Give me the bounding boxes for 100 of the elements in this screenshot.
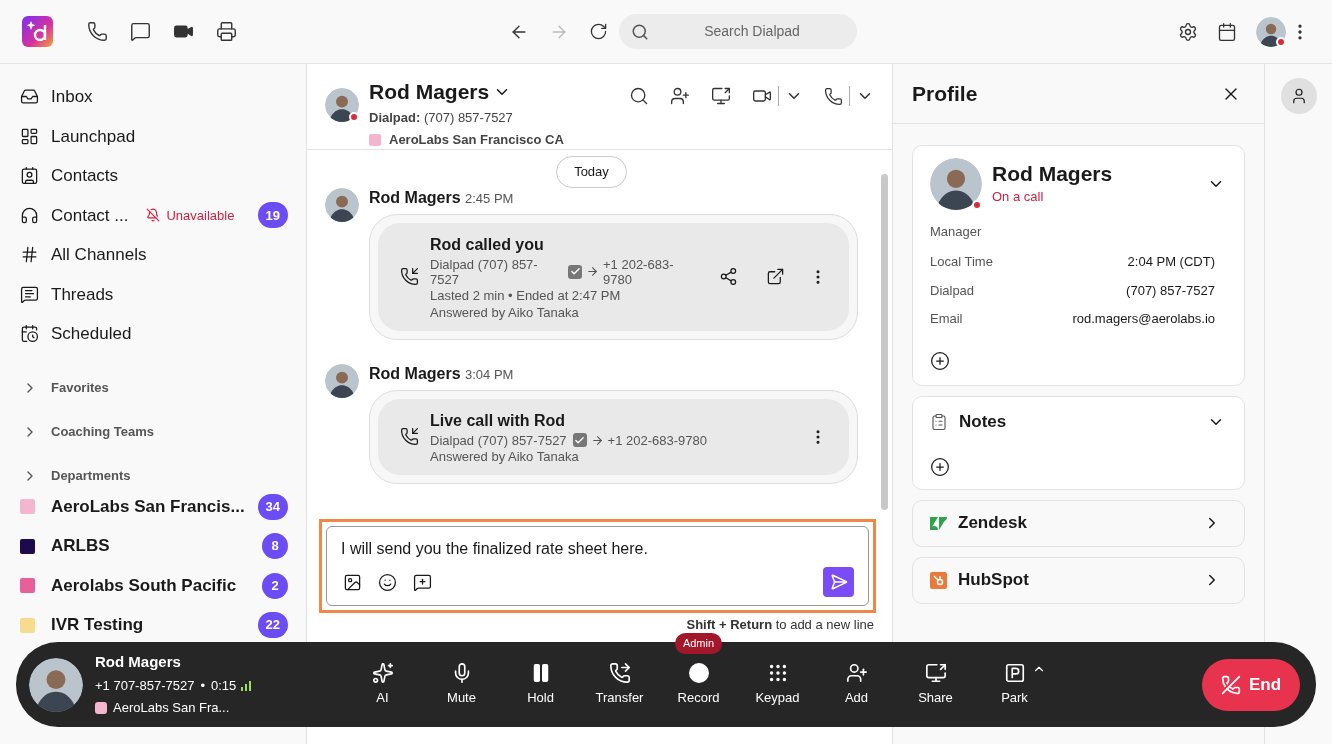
- department-item[interactable]: Aerolabs South Pacific 2: [20, 570, 288, 601]
- department-item[interactable]: AeroLabs San Francis... 34: [20, 491, 288, 522]
- sidebar-item[interactable]: All Channels: [20, 235, 288, 275]
- open-external-icon[interactable]: [766, 267, 785, 286]
- department-label: AeroLabs San Fra...: [113, 699, 230, 718]
- call-control-button[interactable]: AI: [343, 661, 422, 708]
- send-icon: [829, 573, 848, 591]
- field-label: Dialpad: [930, 281, 975, 300]
- department-label: AeroLabs San Francisco CA: [389, 131, 564, 149]
- add-person-icon[interactable]: [670, 86, 690, 106]
- call-control-button[interactable]: Add: [817, 661, 896, 708]
- field-label: Email: [930, 310, 963, 328]
- image-icon[interactable]: [343, 572, 362, 592]
- transfer-icon: [608, 661, 631, 684]
- message-time: 3:04 PM: [465, 366, 514, 382]
- sidebar-item[interactable]: Threads: [20, 274, 288, 314]
- emoji-icon[interactable]: [378, 572, 397, 592]
- caller-number: +1 707-857-7527: [95, 676, 195, 695]
- avatar-icon: [1256, 16, 1286, 47]
- call-control-button[interactable]: Park: [975, 661, 1054, 708]
- field-label: Local Time: [930, 253, 993, 271]
- threads-icon: [20, 284, 39, 304]
- call-from: Dialpad (707) 857-7527: [430, 256, 539, 287]
- field-value: 2:04 PM (CDT): [1127, 253, 1215, 271]
- search-input[interactable]: Search Dialpad: [659, 21, 845, 42]
- settings-icon[interactable]: [1178, 21, 1198, 42]
- reload-icon[interactable]: [589, 22, 608, 41]
- ai-icon: [371, 661, 394, 684]
- app-logo[interactable]: [22, 16, 53, 47]
- contact-card-icon: [20, 166, 39, 186]
- hubspot-logo: [930, 571, 947, 589]
- message-time: 2:45 PM: [465, 190, 514, 206]
- calendar-clock-icon: [20, 324, 39, 344]
- layout-icon: [20, 126, 39, 146]
- headset-icon: [20, 205, 39, 225]
- section-header[interactable]: Favorites: [20, 365, 288, 410]
- avatar-icon: [325, 363, 359, 398]
- zendesk-logo: [930, 516, 947, 530]
- call-duration: 0:15: [210, 676, 237, 695]
- department-item[interactable]: ARLBS 8: [20, 531, 288, 561]
- add-icon[interactable]: [930, 351, 950, 371]
- call-control-button[interactable]: Transfer: [580, 661, 659, 708]
- sender-name: Rod Magers: [369, 364, 461, 382]
- field-value: (707) 857-7527: [1126, 281, 1215, 300]
- count-badge: 22: [257, 612, 288, 638]
- add-icon[interactable]: [930, 456, 950, 477]
- check-icon: [572, 433, 587, 447]
- send-button[interactable]: [823, 567, 854, 597]
- profile-name: Rod Magers: [992, 161, 1113, 188]
- count-badge: 34: [257, 493, 288, 520]
- sidebar-item[interactable]: Contacts: [20, 156, 288, 196]
- message-icon[interactable]: [130, 21, 151, 42]
- avatar-icon: [29, 657, 83, 712]
- sidebar-item[interactable]: Contact ... Unavailable 19: [20, 195, 288, 235]
- call-control-button[interactable]: Share: [896, 661, 975, 708]
- call-control-button[interactable]: Mute: [422, 661, 501, 708]
- separator-dot: •: [200, 676, 205, 695]
- sender-name: Rod Magers: [369, 188, 461, 206]
- call-control-button[interactable]: Keypad: [738, 661, 817, 708]
- count-badge: 8: [262, 533, 288, 559]
- profile-section[interactable]: HubSpot: [912, 556, 1245, 604]
- check-icon: [568, 264, 582, 279]
- end-call-button[interactable]: End: [1202, 658, 1300, 711]
- caller-name: Rod Magers: [95, 652, 182, 673]
- share-icon: [924, 661, 947, 684]
- arrow-right-icon: [586, 265, 599, 278]
- profile-section[interactable]: Notes: [912, 396, 1245, 490]
- section-header[interactable]: Coaching Teams: [20, 409, 288, 454]
- search-icon[interactable]: [629, 86, 649, 106]
- scrollbar-thumb[interactable]: [881, 174, 888, 510]
- search-field[interactable]: Search Dialpad: [619, 14, 857, 49]
- phone-icon[interactable]: [87, 21, 108, 42]
- profile-section[interactable]: Zendesk: [912, 499, 1245, 547]
- avatar-icon: [325, 88, 359, 122]
- call-to: +1 202-683-9780: [603, 256, 675, 287]
- contact-name[interactable]: Rod Magers: [369, 76, 490, 108]
- department-item[interactable]: IVR Testing 22: [20, 610, 288, 640]
- screen-share-icon[interactable]: [711, 86, 731, 106]
- incoming-call-icon: [400, 267, 419, 286]
- sidebar-item[interactable]: Scheduled: [20, 314, 288, 354]
- sidebar-item[interactable]: Launchpad: [20, 116, 288, 156]
- message-composer[interactable]: I will send you the finalized rate sheet here.: [326, 526, 869, 606]
- sidebar-item[interactable]: Inbox: [20, 77, 288, 117]
- share-icon[interactable]: [719, 267, 738, 286]
- avatar-icon: [930, 158, 982, 210]
- profile-role: Manager: [930, 223, 983, 241]
- arrow-right-icon: [590, 433, 604, 447]
- calendar-icon[interactable]: [1217, 21, 1237, 42]
- hang-up-icon: [1220, 674, 1241, 695]
- call-detail: Answered by Aiko Tanaka: [430, 448, 580, 465]
- record-icon: [687, 661, 710, 684]
- call-from: Dialpad (707) 857-7527: [430, 432, 567, 448]
- signal-icon: [241, 680, 252, 691]
- profile-button[interactable]: [1280, 78, 1317, 114]
- phone-icon[interactable]: [824, 86, 843, 106]
- snippet-icon[interactable]: [413, 572, 432, 592]
- call-control-button[interactable]: Hold: [501, 661, 580, 708]
- clipboard-icon: [930, 412, 948, 431]
- print-icon[interactable]: [216, 21, 237, 42]
- search-icon: [631, 22, 649, 41]
